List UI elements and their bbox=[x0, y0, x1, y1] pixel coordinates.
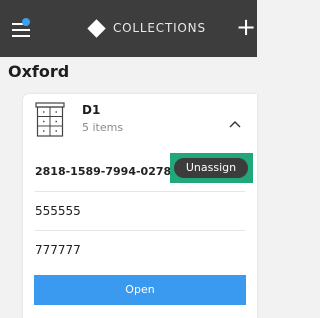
chevron-up-icon[interactable] bbox=[229, 120, 241, 128]
hamburger-line bbox=[12, 29, 30, 31]
add-button[interactable]: + bbox=[236, 13, 256, 41]
open-button[interactable]: Open bbox=[34, 275, 246, 305]
page-header-title: COLLECTIONS bbox=[113, 21, 206, 35]
list-item[interactable]: 777777 bbox=[35, 230, 257, 270]
notification-dot bbox=[22, 18, 30, 26]
unassign-highlight: Unassign bbox=[170, 153, 253, 183]
collection-item-count: 5 items bbox=[82, 121, 124, 134]
collection-name: D1 bbox=[82, 103, 101, 117]
app-brand: COLLECTIONS bbox=[86, 17, 206, 39]
hamburger-line bbox=[12, 35, 30, 37]
collection-header[interactable]: D1 5 items bbox=[23, 94, 257, 152]
menu-button[interactable] bbox=[12, 18, 36, 40]
collection-card: D1 5 items 2818-1589-7994-0278-5 555555 … bbox=[23, 94, 257, 318]
item-label: 555555 bbox=[35, 204, 81, 218]
item-label: 2818-1589-7994-0278-5 bbox=[35, 165, 184, 178]
top-bar: COLLECTIONS + bbox=[0, 0, 257, 57]
page-title: Oxford bbox=[8, 62, 70, 81]
plus-icon: + bbox=[236, 13, 257, 41]
unassign-button[interactable]: Unassign bbox=[174, 158, 248, 178]
item-label: 777777 bbox=[35, 243, 81, 257]
list-item[interactable]: 555555 bbox=[35, 191, 257, 231]
cabinet-icon bbox=[35, 102, 65, 137]
diamond-logo-icon bbox=[87, 18, 106, 38]
